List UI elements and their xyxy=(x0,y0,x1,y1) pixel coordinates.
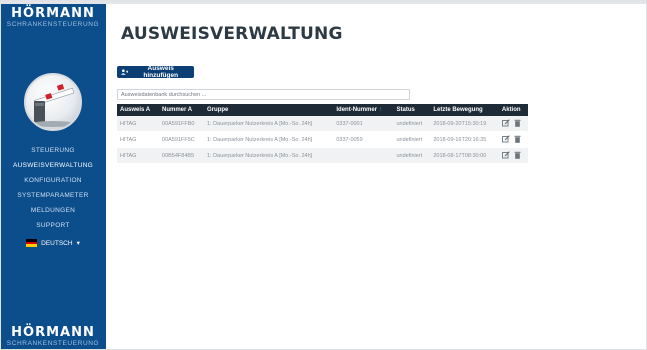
cell-ident xyxy=(333,147,394,164)
col-gruppe[interactable]: Gruppe xyxy=(204,104,334,116)
edit-icon[interactable] xyxy=(501,134,510,143)
cell-bewegung: 2018-09-16T20:16:35 xyxy=(430,131,499,148)
col-ausweis[interactable]: Ausweis A xyxy=(117,104,160,116)
sidebar-item-systemparameter[interactable]: SYSTEMPARAMETER xyxy=(0,188,106,203)
cell-status: undefiniert xyxy=(393,116,431,132)
edit-icon[interactable] xyxy=(501,118,510,127)
cell-ausweis: HITAG xyxy=(117,131,160,148)
cell-nummer: 00B54F84B5 xyxy=(159,147,205,164)
sidebar-item-support[interactable]: SUPPORT xyxy=(0,218,106,233)
cell-ausweis: HITAG xyxy=(117,147,160,164)
col-bewegung[interactable]: Letzte Bewegung xyxy=(430,104,499,116)
brand-footer: HÖRMANN SCHRANKENSTEUERUNG xyxy=(0,326,106,348)
cards-table: Ausweis A Nummer A Gruppe Ident-Nummer ↑ … xyxy=(117,104,528,164)
cell-nummer: 00A591FF5C xyxy=(159,131,205,148)
german-flag-icon xyxy=(26,239,38,247)
cell-ident: 0337-0001 xyxy=(333,116,394,132)
brand-subtitle-footer: SCHRANKENSTEUERUNG xyxy=(6,340,100,347)
chevron-down-icon: ▾ xyxy=(76,240,80,247)
sidebar-nav: STEUERUNG AUSWEISVERWALTUNG KONFIGURATIO… xyxy=(0,143,106,247)
cell-gruppe: 1: Dauerparker Nutzerkreis A [Mo.-So. 24… xyxy=(204,116,334,132)
sidebar-item-steuerung[interactable]: STEUERUNG xyxy=(0,143,106,158)
add-user-icon xyxy=(121,69,129,75)
brand-logo-text-footer: HÖRMANN xyxy=(11,325,95,340)
cell-aktion xyxy=(498,116,528,132)
col-status[interactable]: Status xyxy=(393,104,431,116)
sidebar: HÖRMANN SCHRANKENSTEUERUNG STEUERUNG AUS… xyxy=(0,4,106,350)
table-header-row: Ausweis A Nummer A Gruppe Ident-Nummer ↑ … xyxy=(117,104,528,116)
col-nummer[interactable]: Nummer A xyxy=(159,104,205,116)
language-label: DEUTSCH xyxy=(41,239,73,247)
sidebar-item-konfiguration[interactable]: KONFIGURATION xyxy=(0,173,106,188)
sort-asc-icon: ↑ xyxy=(379,107,383,113)
page-title: AUSWEISVERWALTUNG xyxy=(121,24,343,44)
search-input[interactable] xyxy=(117,89,410,100)
add-card-button[interactable]: Ausweis hinzufügen xyxy=(117,65,194,79)
cell-bewegung: 2018-08-17T08:30:00 xyxy=(430,147,499,164)
cell-bewegung: 2018-09-20T15:30:19 xyxy=(430,116,499,132)
col-aktion: Aktion xyxy=(498,104,528,116)
brand-subtitle: SCHRANKENSTEUERUNG xyxy=(6,21,100,28)
delete-icon[interactable] xyxy=(514,135,521,143)
cell-gruppe: 1: Dauerparker Nutzerkreis A [Mo.-So. 24… xyxy=(204,147,334,164)
delete-icon[interactable] xyxy=(514,151,521,159)
edit-icon[interactable] xyxy=(501,150,510,159)
add-card-label: Ausweis hinzufügen xyxy=(143,65,179,79)
cell-gruppe: 1: Dauerparker Nutzerkreis A [Mo.-So. 24… xyxy=(204,131,334,148)
delete-icon[interactable] xyxy=(514,119,521,127)
sidebar-item-ausweisverwaltung[interactable]: AUSWEISVERWALTUNG xyxy=(0,158,106,173)
table-row: HITAG 00A591FF5C 1: Dauerparker Nutzerkr… xyxy=(117,131,528,148)
cell-ausweis: HITAG xyxy=(117,116,160,132)
cell-ident: 0337-0059 xyxy=(333,131,394,148)
table-row: HITAG 00B54F84B5 1: Dauerparker Nutzerkr… xyxy=(117,147,528,164)
cell-aktion xyxy=(498,147,528,164)
language-selector[interactable]: DEUTSCH ▾ xyxy=(0,239,106,247)
table-row: HITAG 00A591FFB0 1: Dauerparker Nutzerkr… xyxy=(117,116,528,132)
col-ident-label: Ident-Nummer xyxy=(336,107,378,113)
barrier-logo-icon xyxy=(24,73,82,131)
cell-status: undefiniert xyxy=(393,147,431,164)
cell-status: undefiniert xyxy=(393,131,431,148)
brand-header: HÖRMANN SCHRANKENSTEUERUNG xyxy=(0,7,106,29)
cell-aktion xyxy=(498,131,528,148)
cell-nummer: 00A591FFB0 xyxy=(159,116,205,132)
sidebar-item-meldungen[interactable]: MELDUNGEN xyxy=(0,203,106,218)
brand-logo-text: HÖRMANN xyxy=(11,6,95,21)
col-ident[interactable]: Ident-Nummer ↑ xyxy=(333,104,394,116)
